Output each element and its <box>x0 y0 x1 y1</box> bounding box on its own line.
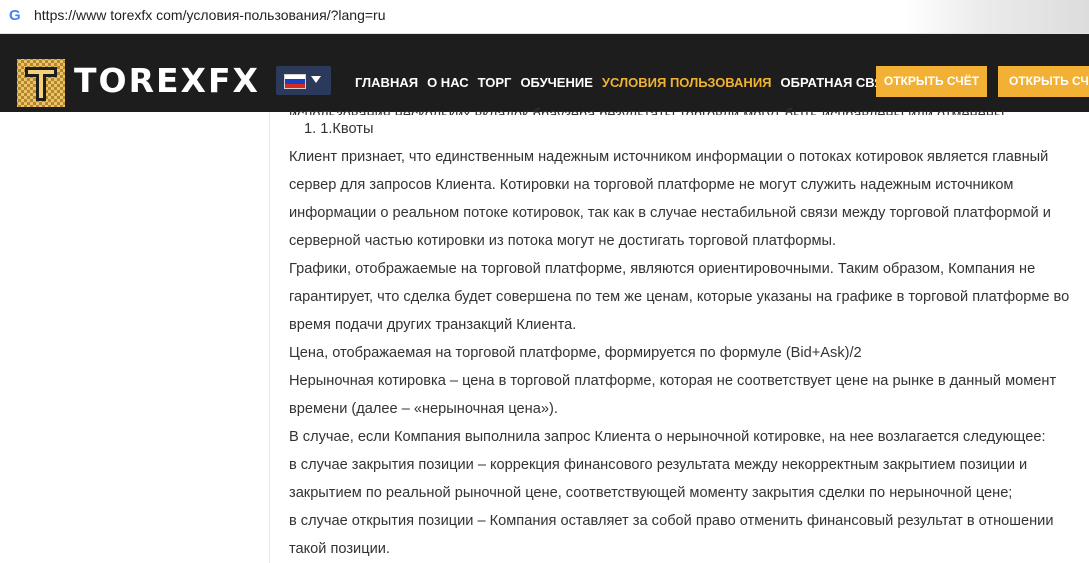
paragraph: в случае закрытия позиции – коррекция фи… <box>289 457 1028 501</box>
sidebar-divider <box>269 112 270 563</box>
nav-item[interactable]: ОБУЧЕНИЕ <box>520 75 592 90</box>
google-g-icon: G <box>9 7 21 24</box>
nav-item[interactable]: УСЛОВИЯ ПОЛЬЗОВАНИЯ <box>602 75 772 90</box>
open-account-button-secondary[interactable]: ОТКРЫТЬ СЧЁТ <box>998 66 1089 97</box>
nav-item[interactable]: ГЛАВНАЯ <box>355 75 418 90</box>
chevron-down-icon <box>311 76 321 83</box>
logo-text[interactable]: TOREXFX <box>74 61 260 101</box>
paragraph: Клиент признает, что единственным надежн… <box>289 149 1051 249</box>
paragraph: Цена, отображаемая на торговой платформе… <box>289 345 862 361</box>
address-bar[interactable]: G https://www torexfx com/условия-пользо… <box>0 0 1089 34</box>
terms-content: использования нескольких вкладок браузер… <box>289 101 1079 563</box>
list-item: 1. 1.Квоты <box>304 121 374 137</box>
torexfx-logo-icon[interactable] <box>15 57 67 109</box>
open-account-button[interactable]: ОТКРЫТЬ СЧЁТ <box>876 66 987 97</box>
paragraph: В случае, если Компания выполнила запрос… <box>289 429 1046 445</box>
address-bar-fade <box>905 0 1089 33</box>
language-selector[interactable] <box>276 66 331 95</box>
main-nav: ГЛАВНАЯ О НАС ТОРГ ОБУЧЕНИЕ УСЛОВИЯ ПОЛЬЗОВА… <box>355 75 910 90</box>
nav-item[interactable]: ТОРГ <box>478 75 512 90</box>
nav-item[interactable]: О НАС <box>427 75 469 90</box>
paragraph: в случае открытия позиции – Компания ост… <box>289 513 1054 557</box>
url-text[interactable]: https://www torexfx com/условия-пользова… <box>34 7 385 23</box>
russia-flag-icon <box>284 74 306 89</box>
paragraph: Нерыночная котировка – цена в торговой п… <box>289 373 1057 417</box>
truncated-paragraph: использования нескольких вкладок браузер… <box>289 107 1009 115</box>
paragraph: Графики, отображаемые на торговой платфо… <box>289 261 1070 333</box>
